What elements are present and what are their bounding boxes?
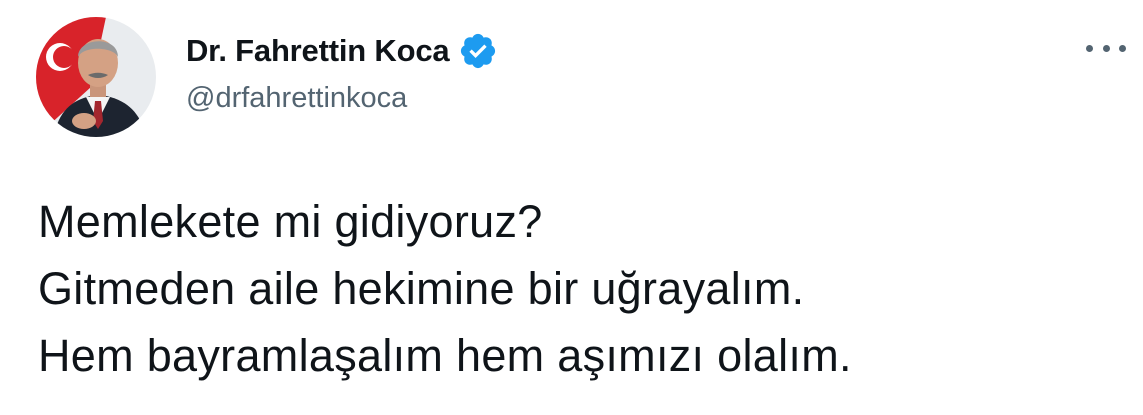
more-dot [1102, 44, 1110, 52]
avatar[interactable] [36, 17, 156, 137]
more-dot [1086, 44, 1093, 52]
more-dot [1119, 44, 1126, 52]
tweet-text: Memlekete mi gidiyoruz? Gitmeden aile he… [38, 188, 852, 389]
tweet-text-line: Hem bayramlaşalım hem aşımızı olalım. [38, 330, 852, 381]
author-display-name[interactable]: Dr. Fahrettin Koca [186, 33, 450, 69]
verified-badge-icon [458, 31, 498, 71]
tweet-text-line: Memlekete mi gidiyoruz? [38, 196, 543, 247]
tweet-text-line: Gitmeden aile hekimine bir uğrayalım. [38, 263, 805, 314]
tweet-card: Dr. Fahrettin Koca @drfahrettinkoca Meml… [0, 0, 1143, 415]
more-options-icon[interactable] [1086, 36, 1126, 60]
author-handle[interactable]: @drfahrettinkoca [186, 82, 407, 115]
author-name-row[interactable]: Dr. Fahrettin Koca [186, 29, 498, 73]
avatar-image [36, 17, 156, 137]
